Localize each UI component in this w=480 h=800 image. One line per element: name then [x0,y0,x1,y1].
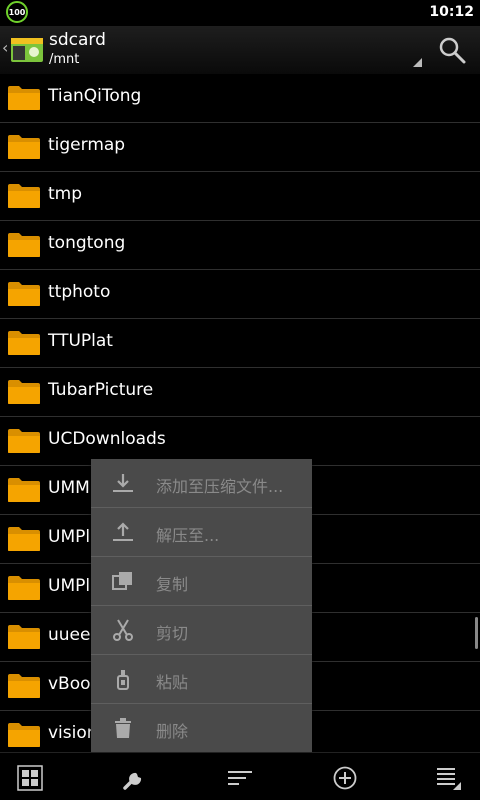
folder-icon [7,134,41,160]
add-icon[interactable] [332,765,358,791]
file-row[interactable]: TubarPicture [0,368,480,417]
file-name: ttphoto [48,282,111,302]
menu-item-glue-bottle[interactable]: 粘贴 [91,655,312,704]
file-name: tongtong [48,233,126,253]
battery-level: 100 [8,7,26,17]
file-name: tmp [48,184,83,204]
battery-icon: 100 [6,1,28,23]
search-icon[interactable] [438,36,466,64]
folder-icon [7,281,41,307]
sort-icon[interactable] [227,765,253,791]
status-bar: 100 10:12 [0,0,480,25]
status-clock: 10:12 [429,4,474,20]
back-chevron-icon[interactable]: ‹ [2,38,8,57]
folder-icon [7,85,41,111]
wrench-icon[interactable] [122,765,148,791]
sdcard-app-icon [11,38,43,62]
file-name: UMM [48,478,90,498]
context-menu: 添加至压缩文件... 解压至... 复制剪切粘贴删除 [91,459,312,752]
file-row[interactable]: tongtong [0,221,480,270]
menu-item-scissors[interactable]: 剪切 [91,606,312,655]
file-name: TTUPlat [48,331,113,351]
folder-icon [7,722,41,748]
location-header[interactable]: ‹ sdcard /mnt [0,26,480,74]
folder-icon [7,526,41,552]
trash-icon [111,716,135,740]
bottom-toolbar [0,752,480,800]
folder-icon [7,428,41,454]
folder-icon [7,477,41,503]
menu-item-label: 删除 [156,722,189,741]
menu-item-label: 添加至压缩文件... [156,477,284,496]
file-name: TianQiTong [48,86,142,106]
scrollbar-thumb[interactable] [475,617,478,649]
file-row[interactable]: TTUPlat [0,319,480,368]
file-row[interactable]: tigermap [0,123,480,172]
glue-bottle-icon [111,667,135,691]
file-name: TubarPicture [48,380,154,400]
folder-icon [7,575,41,601]
file-row[interactable]: ttphoto [0,270,480,319]
menu-item-label: 粘贴 [156,673,189,692]
file-row[interactable]: tmp [0,172,480,221]
menu-item-label: 复制 [156,575,189,594]
folder-icon [7,624,41,650]
folder-icon [7,183,41,209]
file-name: UCDownloads [48,429,166,449]
folder-icon [7,673,41,699]
menu-item-download[interactable]: 添加至压缩文件... [91,459,312,508]
menu-item-trash[interactable]: 删除 [91,704,312,753]
folder-icon [7,330,41,356]
dropdown-indicator-icon[interactable] [413,58,422,67]
file-row[interactable]: TianQiTong [0,74,480,123]
menu-item-copy[interactable]: 复制 [91,557,312,606]
copy-icon [111,569,135,593]
folder-icon [7,379,41,405]
menu-item-upload[interactable]: 解压至... [91,508,312,557]
upload-icon [111,520,135,544]
file-name: tigermap [48,135,126,155]
location-title: sdcard [49,30,106,50]
menu-icon[interactable] [436,765,462,791]
menu-item-label: 剪切 [156,624,189,643]
location-path: /mnt [49,52,80,67]
menu-item-label: 解压至... [156,526,220,545]
file-name: vBool [48,674,96,694]
grid-view-icon[interactable] [17,765,43,791]
file-name: uuee [48,625,91,645]
download-icon [111,471,135,495]
folder-icon [7,232,41,258]
file-name: UMPl [48,576,91,596]
scissors-icon [111,618,135,642]
file-name: UMPl [48,527,91,547]
